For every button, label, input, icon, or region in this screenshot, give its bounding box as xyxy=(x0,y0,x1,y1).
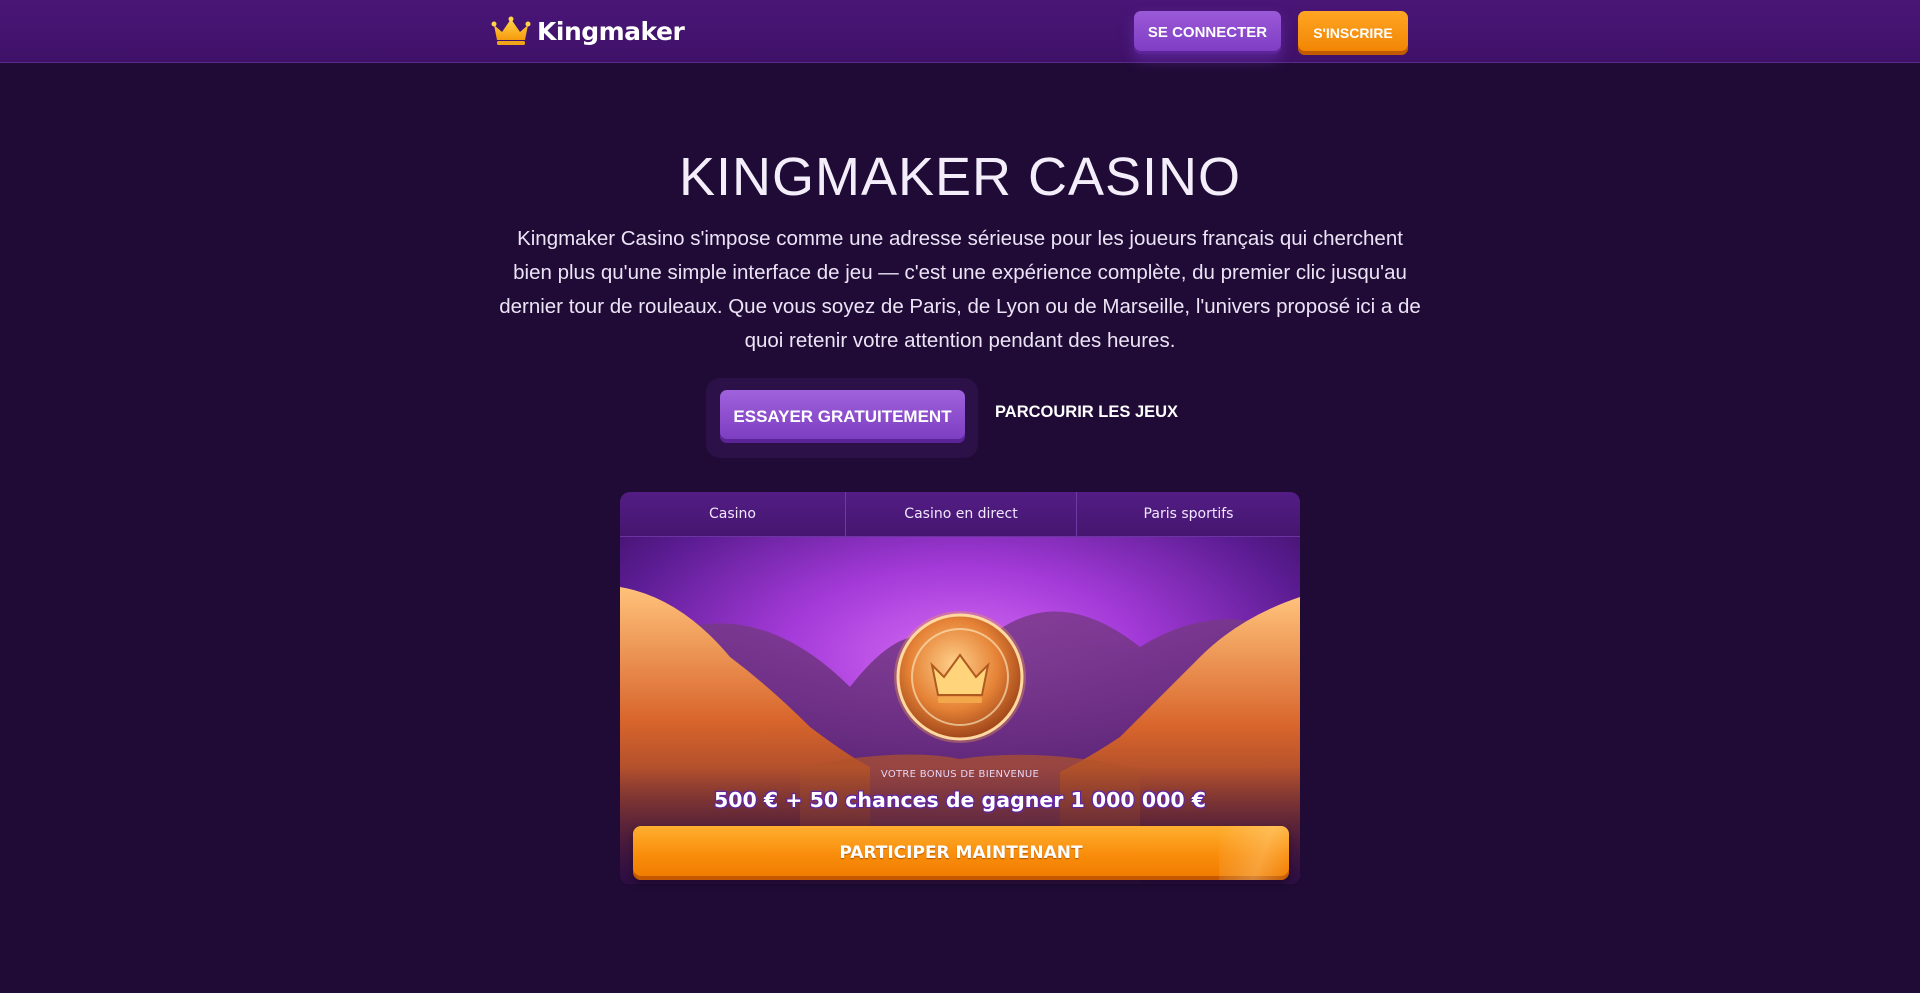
tab-sports-betting[interactable]: Paris sportifs xyxy=(1077,492,1300,536)
bonus-label: VOTRE BONUS DE BIENVENUE xyxy=(880,769,1040,780)
promo-tabs: Casino Casino en direct Paris sportifs xyxy=(620,492,1300,537)
bonus-amount: 500 € + 50 chances de gagner 1 000 000 € xyxy=(713,788,1207,812)
hero-description: Kingmaker Casino s'impose comme une adre… xyxy=(499,227,1421,352)
logo[interactable]: Kingmaker xyxy=(491,14,685,48)
tab-casino[interactable]: Casino xyxy=(620,492,846,536)
logo-text: Kingmaker xyxy=(537,16,685,46)
login-button[interactable]: SE CONNECTER xyxy=(1134,11,1281,54)
try-free-button[interactable]: ESSAYER GRATUITEMENT xyxy=(720,390,965,443)
participate-button[interactable]: PARTICIPER MAINTENANT xyxy=(633,826,1289,880)
site-header: Kingmaker SE CONNECTER S'INSCRIRE xyxy=(0,0,1920,63)
crown-icon xyxy=(491,16,531,45)
browse-games-link[interactable]: PARCOURIR LES JEUX xyxy=(995,403,1180,423)
signup-button[interactable]: S'INSCRIRE xyxy=(1298,11,1408,55)
tab-live-casino[interactable]: Casino en direct xyxy=(846,492,1077,536)
page-title: KINGMAKER CASINO xyxy=(678,147,1242,207)
